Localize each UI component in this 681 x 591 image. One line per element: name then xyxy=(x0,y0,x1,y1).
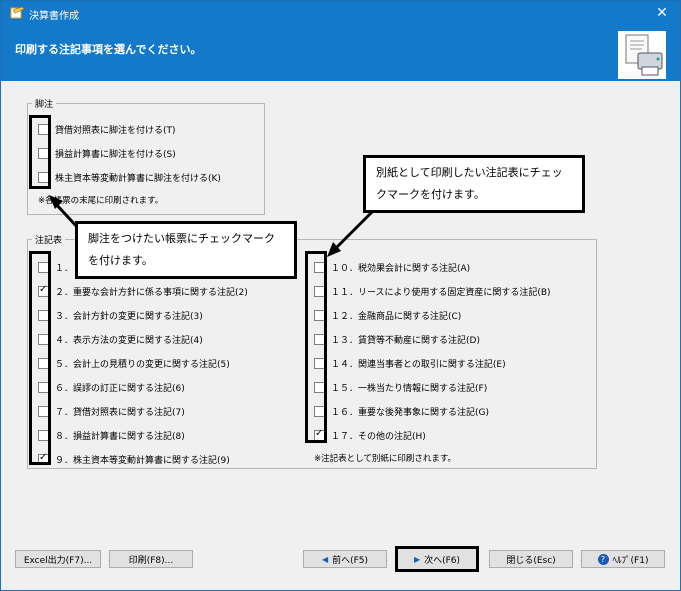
note-8-label: ８．損益計算書に関する注記(8) xyxy=(55,431,185,442)
print-button[interactable]: 印刷(F8)... xyxy=(109,550,193,568)
footnote-group: 脚注 貸借対照表に脚注を付ける(T) 損益計算書に脚注を付ける(S) 株主資本等… xyxy=(27,97,265,215)
window-title: 決算書作成 xyxy=(29,11,79,22)
footnote-item-pl[interactable]: 損益計算書に脚注を付ける(S) xyxy=(38,146,176,160)
back-label: 前へ(F5) xyxy=(332,555,369,566)
note-item-3[interactable]: ３．会計方針の変更に関する注記(3) xyxy=(38,308,203,322)
excel-output-button[interactable]: Excel出力(F7)... xyxy=(15,550,101,568)
note-13-label: １３．賃貸等不動産に関する注記(D) xyxy=(331,335,480,346)
note-16-label: １６．重要な後発事象に関する注記(G) xyxy=(331,407,489,418)
note-6-label: ６．誤謬の訂正に関する注記(6) xyxy=(55,383,185,394)
note-item-5[interactable]: ５．会計上の見積りの変更に関する注記(5) xyxy=(38,356,230,370)
note-item-9[interactable]: ９．株主資本等変動計算書に関する注記(9) xyxy=(38,452,230,466)
footnote-note: ※各帳票の末尾に印刷されます。 xyxy=(38,196,164,206)
note-14-label: １４．関連当事者との取引に関する注記(E) xyxy=(331,359,506,370)
page-heading: 印刷する注記事項を選んでください。 xyxy=(15,43,202,56)
note-9-label: ９．株主資本等変動計算書に関する注記(9) xyxy=(55,455,230,466)
title-bar: 決算書作成 ✕ xyxy=(1,1,680,25)
print-label: 印刷(F8)... xyxy=(128,555,174,566)
help-button[interactable]: ? ﾍﾙﾌﾟ(F1) xyxy=(581,550,665,568)
note-item-15[interactable]: １５．一株当たり情報に関する注記(F) xyxy=(314,380,487,394)
note-item-8[interactable]: ８．損益計算書に関する注記(8) xyxy=(38,428,185,442)
printer-document-icon xyxy=(618,31,666,79)
dialog-window: 決算書作成 ✕ 印刷する注記事項を選んでください。 脚注 貸借対照表に脚注を付け… xyxy=(0,0,681,591)
document-icon xyxy=(10,6,25,19)
note-item-16[interactable]: １６．重要な後発事象に関する注記(G) xyxy=(314,404,489,418)
note-item-14[interactable]: １４．関連当事者との取引に関する注記(E) xyxy=(314,356,506,370)
note-item-4[interactable]: ４．表示方法の変更に関する注記(4) xyxy=(38,332,203,346)
close-button[interactable]: 閉じる(Esc) xyxy=(489,550,573,568)
wizard-header: 印刷する注記事項を選んでください。 xyxy=(1,25,680,81)
footnote-bs-label: 貸借対照表に脚注を付ける(T) xyxy=(55,125,176,136)
note-7-label: ７．貸借対照表に関する注記(7) xyxy=(55,407,185,418)
help-label: ﾍﾙﾌﾟ(F1) xyxy=(612,555,649,566)
close-label: 閉じる(Esc) xyxy=(506,555,556,566)
note-17-label: １７．その他の注記(H) xyxy=(331,431,426,442)
next-button[interactable]: ▶ 次へ(F6) xyxy=(395,546,479,572)
footnote-group-title: 脚注 xyxy=(32,97,57,110)
note-4-label: ４．表示方法の変更に関する注記(4) xyxy=(55,335,203,346)
next-label: 次へ(F6) xyxy=(424,555,461,566)
note-item-2[interactable]: ２．重要な会計方針に係る事項に関する注記(2) xyxy=(38,284,248,298)
footnote-ss-label: 株主資本等変動計算書に脚注を付ける(K) xyxy=(55,173,221,184)
notes-callout: 別紙として印刷したい注記表にチェックマークを付けます。 xyxy=(363,155,585,213)
note-11-label: １１．リースにより使用する固定資産に関する注記(B) xyxy=(331,287,551,298)
excel-output-label: Excel出力(F7)... xyxy=(23,555,93,566)
note-item-10[interactable]: １０．税効果会計に関する注記(A) xyxy=(314,260,470,274)
note-2-label: ２．重要な会計方針に係る事項に関する注記(2) xyxy=(55,287,248,298)
note-item-12[interactable]: １２．金融商品に関する注記(C) xyxy=(314,308,461,322)
close-icon[interactable]: ✕ xyxy=(652,4,672,22)
note-1-label: １． xyxy=(55,263,74,274)
note-12-label: １２．金融商品に関する注記(C) xyxy=(331,311,462,322)
note-item-6[interactable]: ６．誤謬の訂正に関する注記(6) xyxy=(38,380,185,394)
footnote-pl-label: 損益計算書に脚注を付ける(S) xyxy=(55,149,176,160)
note-item-7[interactable]: ７．貸借対照表に関する注記(7) xyxy=(38,404,185,418)
note-item-13[interactable]: １３．賃貸等不動産に関する注記(D) xyxy=(314,332,480,346)
next-arrow-icon: ▶ xyxy=(413,554,421,564)
note-item-17[interactable]: １７．その他の注記(H) xyxy=(314,428,426,442)
help-icon: ? xyxy=(597,553,609,565)
right-notes-checkbox-highlight xyxy=(305,251,327,443)
content-area: 脚注 貸借対照表に脚注を付ける(T) 損益計算書に脚注を付ける(S) 株主資本等… xyxy=(1,81,680,590)
back-button[interactable]: ◀ 前へ(F5) xyxy=(303,550,387,568)
note-10-label: １０．税効果会計に関する注記(A) xyxy=(331,263,471,274)
back-arrow-icon: ◀ xyxy=(321,554,329,564)
note-3-label: ３．会計方針の変更に関する注記(3) xyxy=(55,311,203,322)
note-5-label: ５．会計上の見積りの変更に関する注記(5) xyxy=(55,359,230,370)
left-notes-checkbox-highlight xyxy=(29,251,51,465)
footnote-item-bs[interactable]: 貸借対照表に脚注を付ける(T) xyxy=(38,122,176,136)
note-item-11[interactable]: １１．リースにより使用する固定資産に関する注記(B) xyxy=(314,284,551,298)
footnote-callout: 脚注をつけたい帳票にチェックマークを付けます。 xyxy=(75,221,297,279)
footnote-checkbox-highlight xyxy=(29,115,51,189)
notes-note: ※注記表として別紙に印刷されます。 xyxy=(314,454,457,464)
footnote-item-ss[interactable]: 株主資本等変動計算書に脚注を付ける(K) xyxy=(38,170,221,184)
notes-group-title: 注記表 xyxy=(32,233,66,246)
note-15-label: １５．一株当たり情報に関する注記(F) xyxy=(331,383,488,394)
